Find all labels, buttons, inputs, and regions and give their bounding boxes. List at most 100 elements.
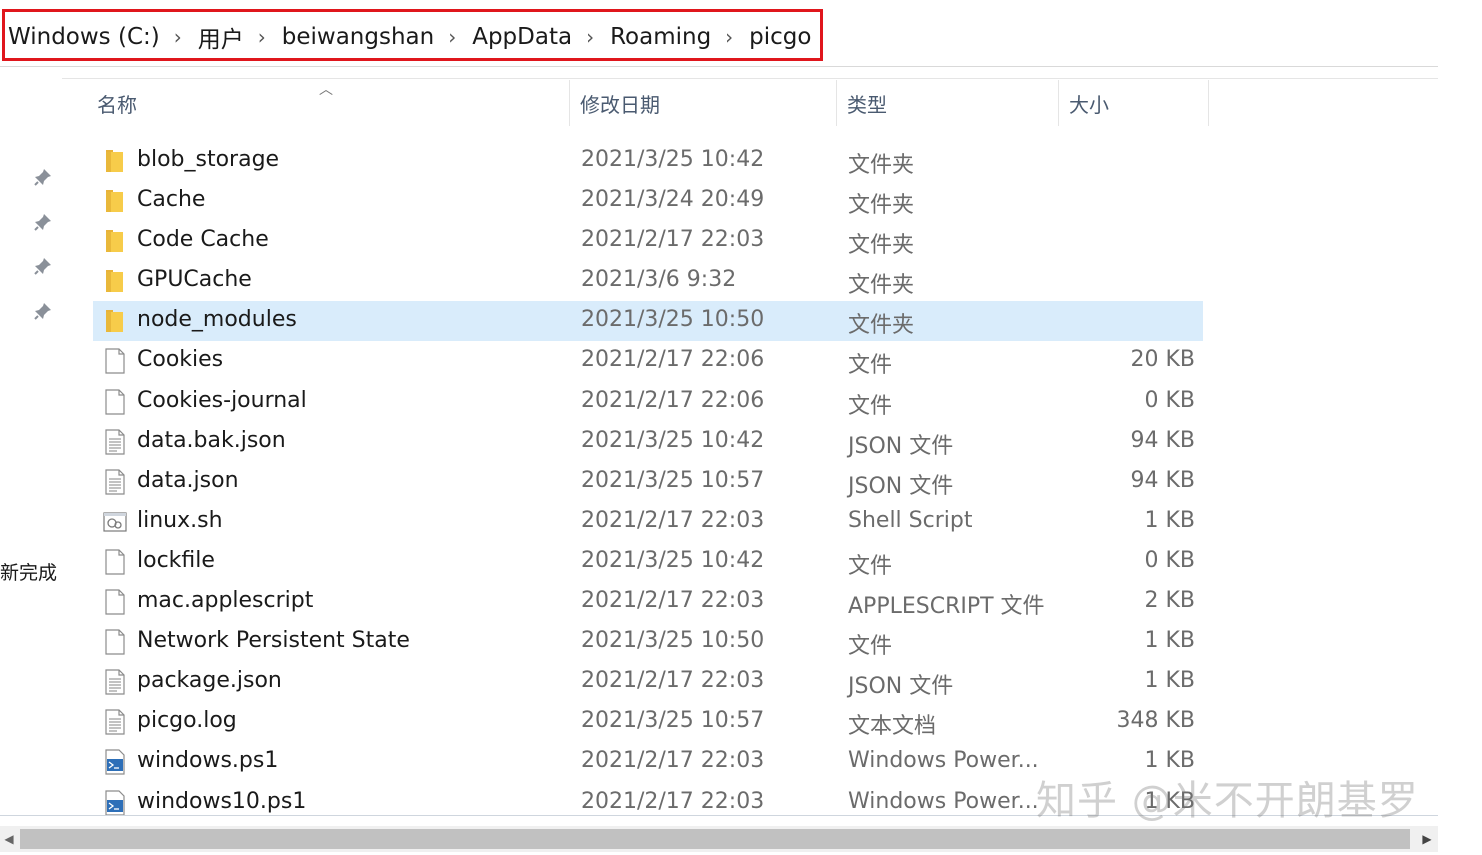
file-list: blob_storage 2021/3/25 10:42 文件夹 Cache 2021/… <box>93 141 1203 823</box>
file-type: 文件夹 <box>848 153 915 178</box>
navigation-pane: 新完成 <box>0 80 62 815</box>
file-row[interactable]: blob_storage 2021/3/25 10:42 文件夹 <box>93 141 1203 181</box>
file-row[interactable]: Cookies 2021/2/17 22:06 文件 20 KB <box>93 341 1203 381</box>
file-modified-date: 2021/3/25 10:57 <box>581 467 765 493</box>
file-size: 1 KB <box>1144 628 1195 654</box>
file-name: blob_storage <box>137 147 280 172</box>
file-name: lockfile <box>137 547 215 573</box>
breadcrumb-item-appdata[interactable]: AppData <box>472 24 572 50</box>
file-icon <box>103 549 127 575</box>
pin-icon[interactable] <box>34 302 52 320</box>
file-icon <box>103 629 127 655</box>
column-header-size[interactable]: 大小 <box>1059 80 1209 126</box>
file-name: data.bak.json <box>137 427 286 453</box>
file-size: 94 KB <box>1130 467 1195 493</box>
file-modified-date: 2021/2/17 22:03 <box>581 668 765 694</box>
breadcrumb-item-users[interactable]: 用户 <box>198 20 244 54</box>
file-type: JSON 文件 <box>848 473 954 499</box>
column-header-date[interactable]: 修改日期 <box>570 80 837 126</box>
scroll-left-icon[interactable]: ◀ <box>2 831 16 847</box>
file-size: 0 KB <box>1144 387 1195 413</box>
file-name: Code Cache <box>137 227 269 253</box>
powershell-icon <box>103 789 127 816</box>
folder-icon <box>103 148 127 174</box>
file-row[interactable]: GPUCache 2021/3/6 9:32 文件夹 <box>93 261 1203 301</box>
file-modified-date: 2021/3/6 9:32 <box>581 267 737 293</box>
file-type: Windows Power... <box>848 748 1039 774</box>
file-modified-date: 2021/3/24 20:49 <box>581 187 765 213</box>
file-name: package.json <box>137 668 282 694</box>
file-row[interactable]: mac.applescript 2021/2/17 22:03 APPLESCRIP… <box>93 582 1203 622</box>
pin-icon[interactable] <box>34 257 52 275</box>
pin-icon[interactable] <box>34 213 52 231</box>
file-name: Cookies <box>137 347 224 373</box>
folder-icon <box>103 228 127 254</box>
powershell-icon <box>103 749 127 776</box>
file-type: APPLESCRIPT 文件 <box>848 594 1045 620</box>
file-row[interactable]: linux.sh 2021/2/17 22:03 Shell Script 1 KB <box>93 502 1203 542</box>
column-header-name[interactable]: 名称 <box>87 80 570 126</box>
file-type: 文件夹 <box>848 273 915 299</box>
file-size: 1 KB <box>1144 668 1195 694</box>
file-row[interactable]: lockfile 2021/3/25 10:42 文件 0 KB <box>93 542 1203 582</box>
file-size: 0 KB <box>1144 547 1195 573</box>
file-row[interactable]: data.bak.json 2021/3/25 10:42 JSON 文件 94 KB <box>93 422 1203 462</box>
breadcrumb-item-user[interactable]: beiwangshan <box>282 24 434 50</box>
file-modified-date: 2021/2/17 22:03 <box>581 507 765 533</box>
address-bar[interactable]: Windows (C:) › 用户 › beiwangshan › AppDat… <box>0 0 1438 67</box>
text-file-icon <box>103 469 127 495</box>
file-name: Cache <box>137 187 206 213</box>
file-icon <box>103 589 127 615</box>
file-row[interactable]: Cache 2021/3/24 20:49 文件夹 <box>93 181 1203 221</box>
file-icon <box>103 388 127 415</box>
file-name: windows10.ps1 <box>137 788 307 814</box>
pin-icon[interactable] <box>34 168 52 186</box>
file-name: mac.applescript <box>137 588 314 614</box>
file-row[interactable]: data.json 2021/3/25 10:57 JSON 文件 94 KB <box>93 462 1203 502</box>
chevron-right-icon[interactable]: › <box>258 25 266 49</box>
file-row[interactable]: node_modules 2021/3/25 10:50 文件夹 <box>93 301 1203 342</box>
column-header-size-label: 大小 <box>1069 92 1109 117</box>
file-size: 348 KB <box>1116 708 1195 734</box>
text-file-icon <box>103 709 127 735</box>
column-header-type-label: 类型 <box>847 92 887 117</box>
file-name: Cookies-journal <box>137 387 307 413</box>
file-type: JSON 文件 <box>848 674 954 700</box>
column-header-type[interactable]: 类型 <box>837 80 1059 126</box>
scrollbar-thumb[interactable] <box>20 829 1410 849</box>
file-modified-date: 2021/2/17 22:06 <box>581 347 765 373</box>
file-row[interactable]: picgo.log 2021/3/25 10:57 文本文档 348 KB <box>93 702 1203 742</box>
breadcrumb-item-picgo[interactable]: picgo <box>749 24 811 50</box>
file-modified-date: 2021/3/25 10:42 <box>581 427 765 453</box>
breadcrumb-item-roaming[interactable]: Roaming <box>610 24 711 50</box>
file-modified-date: 2021/3/25 10:42 <box>581 147 765 172</box>
file-row[interactable]: Network Persistent State 2021/3/25 10:50 文… <box>93 622 1203 662</box>
file-type: 文件 <box>848 634 893 660</box>
file-modified-date: 2021/2/17 22:03 <box>581 748 765 774</box>
chevron-right-icon[interactable]: › <box>725 25 733 49</box>
file-modified-date: 2021/3/25 10:57 <box>581 708 765 734</box>
file-name: picgo.log <box>137 708 237 734</box>
divider <box>62 78 1438 79</box>
chevron-right-icon[interactable]: › <box>174 25 182 49</box>
file-size: 94 KB <box>1130 427 1195 453</box>
file-row[interactable]: Code Cache 2021/2/17 22:03 文件夹 <box>93 221 1203 261</box>
file-row[interactable]: package.json 2021/2/17 22:03 JSON 文件 1 KB <box>93 662 1203 702</box>
script-icon <box>103 509 127 535</box>
text-file-icon <box>103 429 127 455</box>
file-modified-date: 2021/3/25 10:42 <box>581 547 765 573</box>
file-size: 1 KB <box>1144 507 1195 533</box>
watermark-text: 知乎 @米不开朗基罗 <box>1036 778 1419 824</box>
scroll-right-icon[interactable]: ▶ <box>1420 831 1434 847</box>
file-modified-date: 2021/2/17 22:03 <box>581 588 765 614</box>
file-icon <box>103 348 127 375</box>
nav-item-label[interactable]: 新完成 <box>0 558 57 585</box>
breadcrumb-item-drive[interactable]: Windows (C:) <box>8 24 160 50</box>
file-modified-date: 2021/3/25 10:50 <box>581 628 765 654</box>
horizontal-scrollbar[interactable]: ◀ ▶ <box>0 826 1438 852</box>
file-size: 20 KB <box>1130 347 1195 373</box>
chevron-right-icon[interactable]: › <box>448 25 456 49</box>
chevron-right-icon[interactable]: › <box>586 25 594 49</box>
file-row[interactable]: Cookies-journal 2021/2/17 22:06 文件 0 KB <box>93 382 1203 422</box>
text-file-icon <box>103 669 127 695</box>
